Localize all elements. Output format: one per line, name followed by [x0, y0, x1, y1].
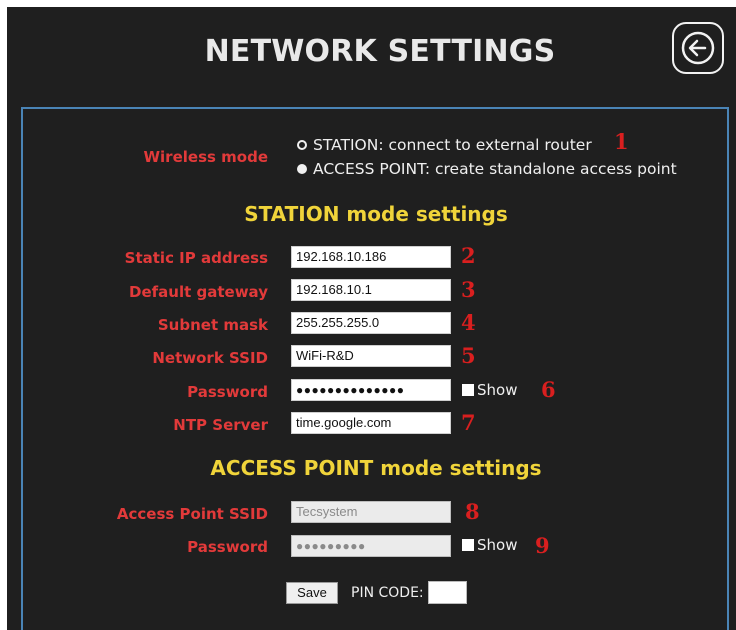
subnet-input[interactable]: 255.255.255.0 — [291, 312, 451, 334]
radio-station-label: STATION: connect to external router — [313, 136, 592, 154]
page-title: NETWORK SETTINGS — [204, 34, 556, 69]
pin-code-label: PIN CODE: — [351, 585, 424, 601]
static-ip-input[interactable]: 192.168.10.186 — [291, 246, 451, 268]
network-ssid-label: Network SSID — [152, 349, 268, 367]
ntp-input[interactable]: time.google.com — [291, 412, 451, 434]
show-label: Show — [477, 381, 518, 399]
static-ip-label: Static IP address — [124, 249, 268, 267]
password-label: Password — [187, 383, 268, 401]
checkbox-icon — [462, 384, 474, 396]
ap-ssid-input[interactable]: Tecsystem — [291, 501, 451, 523]
ntp-label: NTP Server — [173, 416, 268, 434]
annotation-1: 1 — [614, 129, 629, 154]
arrow-left-icon — [681, 31, 715, 65]
ap-show-label: Show — [477, 536, 518, 554]
pin-code-input[interactable] — [428, 581, 467, 604]
show-password-checkbox[interactable]: Show — [462, 381, 517, 399]
radio-checked-icon — [297, 164, 307, 174]
annotation-6: 6 — [541, 377, 556, 402]
checkbox-icon — [462, 539, 474, 551]
radio-station[interactable]: STATION: connect to external router — [297, 136, 592, 154]
ap-heading: ACCESS POINT mode settings — [210, 456, 542, 480]
gateway-input[interactable]: 192.168.10.1 — [291, 279, 451, 301]
ap-password-label: Password — [187, 538, 268, 556]
ap-show-password-checkbox[interactable]: Show — [462, 536, 517, 554]
annotation-3: 3 — [461, 277, 476, 302]
radio-access-point[interactable]: ACCESS POINT: create standalone access p… — [297, 160, 677, 178]
annotation-5: 5 — [461, 343, 476, 368]
annotation-7: 7 — [461, 410, 476, 435]
annotation-4: 4 — [461, 310, 476, 335]
network-ssid-input[interactable]: WiFi-R&D — [291, 345, 451, 367]
back-button[interactable] — [672, 22, 724, 74]
annotation-8: 8 — [465, 499, 480, 524]
wireless-mode-label: Wireless mode — [143, 148, 269, 166]
radio-unchecked-icon — [297, 140, 307, 150]
annotation-9: 9 — [535, 533, 550, 558]
annotation-2: 2 — [461, 243, 476, 268]
save-button[interactable]: Save — [286, 582, 338, 604]
station-heading: STATION mode settings — [244, 202, 508, 226]
ap-ssid-label: Access Point SSID — [116, 505, 268, 523]
subnet-label: Subnet mask — [157, 316, 268, 334]
gateway-label: Default gateway — [129, 283, 268, 301]
password-input[interactable]: ●●●●●●●●●●●●●● — [291, 379, 451, 401]
ap-password-input[interactable]: ●●●●●●●●● — [291, 535, 451, 557]
radio-access-point-label: ACCESS POINT: create standalone access p… — [313, 160, 677, 178]
